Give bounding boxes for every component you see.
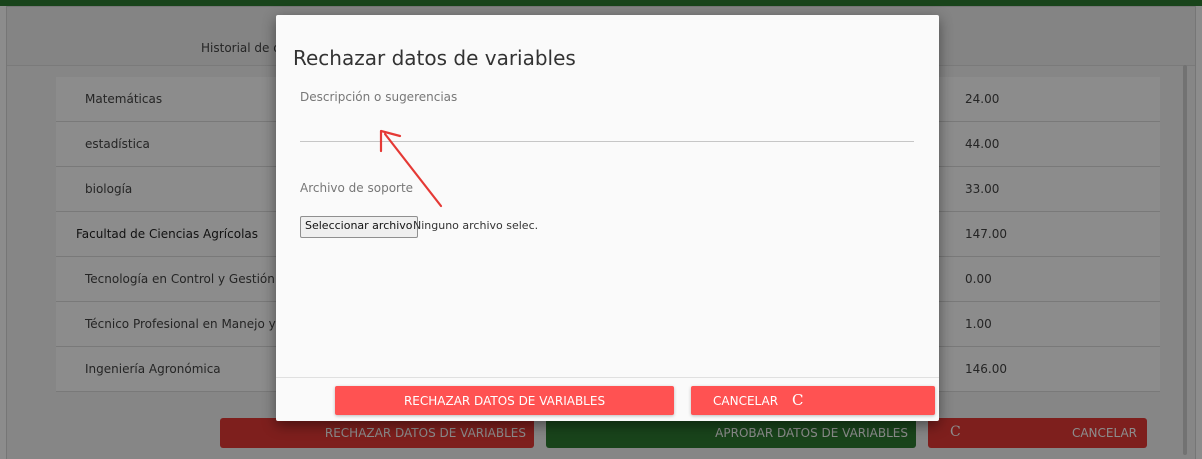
cancel-label: CANCELAR — [713, 394, 779, 408]
description-label: Descripción o sugerencias — [300, 90, 458, 104]
file-label: Archivo de soporte — [300, 181, 414, 195]
modal-title: Rechazar datos de variables — [293, 46, 576, 70]
reject-variables-modal: Rechazar datos de variables Descripción … — [276, 15, 939, 421]
reject-variables-button[interactable]: RECHAZAR DATOS DE VARIABLES — [335, 386, 674, 415]
cancel-button[interactable]: CANCELAR C — [691, 386, 935, 415]
select-file-button[interactable]: Seleccionar archivo — [300, 216, 418, 238]
cancel-icon: C — [792, 391, 804, 409]
description-input[interactable] — [300, 115, 914, 142]
modal-footer: RECHAZAR DATOS DE VARIABLES CANCELAR C — [276, 377, 939, 422]
file-status: Ninguno archivo selec. — [413, 219, 539, 232]
